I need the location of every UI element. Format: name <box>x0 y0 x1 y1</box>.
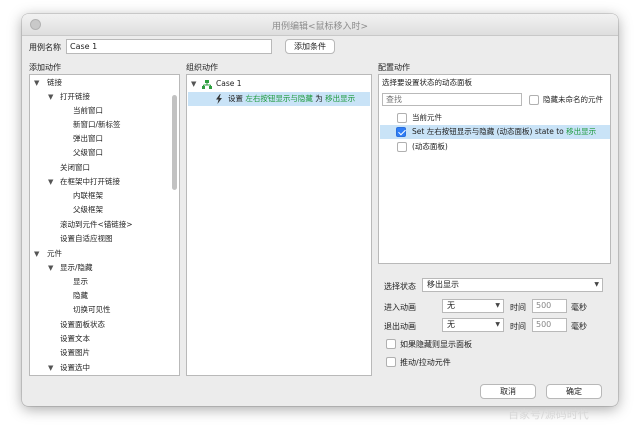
action-prefix: 设置 <box>228 94 243 103</box>
time-label: 时间 <box>510 303 526 312</box>
action-state: 移出显示 <box>325 94 356 103</box>
case-editor-dialog: 用例编辑<鼠标移入时> 用例名称 Case 1 添加条件 添加动作 组织动作 配… <box>22 14 618 406</box>
ok-button[interactable]: 确定 <box>546 384 602 399</box>
select-state-dropdown[interactable]: 移出显示 ▼ <box>422 278 603 292</box>
tree-item-hide[interactable]: 隐藏 <box>73 290 88 302</box>
tree-item-current-window[interactable]: 当前窗口 <box>73 105 103 117</box>
select-state-value: 移出显示 <box>427 280 459 289</box>
select-panel-subheader: 选择要设置状态的动态面板 <box>382 78 472 87</box>
tree-item-set-panel-state[interactable]: 设置面板状态 <box>60 319 105 331</box>
add-actions-panel: ▼ 链接 ▼ 打开链接 当前窗口 新窗口/新标签 弹出窗口 父级窗口 关闭窗口 … <box>29 74 180 376</box>
push-pull-checkbox[interactable] <box>386 357 396 367</box>
item-checkbox[interactable] <box>397 142 407 152</box>
case-name-input[interactable]: Case 1 <box>66 39 272 54</box>
tree-item-inline-frame[interactable]: 内联框架 <box>73 190 103 202</box>
exit-time-input[interactable]: 500 <box>532 318 567 332</box>
organize-actions-header: 组织动作 <box>186 63 218 72</box>
enter-time-input[interactable]: 500 <box>532 299 567 313</box>
case-name-label: 用例名称 <box>29 43 61 52</box>
add-actions-header: 添加动作 <box>29 63 61 72</box>
tree-item-parent-window[interactable]: 父级窗口 <box>73 147 103 159</box>
tree-arrow-icon[interactable]: ▼ <box>48 262 53 274</box>
tree-item-toggle-visibility[interactable]: 切换可见性 <box>73 304 111 316</box>
tree-item-open-link[interactable]: 打开链接 <box>60 91 90 103</box>
action-text: 设置 左右按钮显示与隐藏 为 移出显示 <box>228 93 355 105</box>
push-pull-label: 推动/拉动元件 <box>400 358 451 367</box>
set-prefix: Set <box>412 127 425 136</box>
tree-item-show[interactable]: 显示 <box>73 276 88 288</box>
tree-item-show-hide[interactable]: 显示/隐藏 <box>60 262 93 274</box>
selected-panel-text: Set 左右按钮显示与隐藏 (动态面板) state to 移出显示 <box>412 126 596 138</box>
time-label: 时间 <box>510 322 526 331</box>
configure-panel: 选择要设置状态的动态面板 隐藏未命名的元件 当前元件 Set 左右按钮显示与隐藏… <box>378 74 611 264</box>
tree-item-widgets[interactable]: 元件 <box>47 248 62 260</box>
tree-item-scroll-to-widget[interactable]: 滚动到元件<锚链接> <box>60 219 133 231</box>
tree-item-close-window[interactable]: 关闭窗口 <box>60 162 90 174</box>
search-input[interactable] <box>382 93 522 106</box>
tree-arrow-icon[interactable]: ▼ <box>48 362 53 374</box>
state-connector: state to <box>534 127 564 136</box>
tree-item-link[interactable]: 链接 <box>47 77 62 89</box>
tree-arrow-icon[interactable]: ▼ <box>34 248 39 260</box>
enter-animation-value: 无 <box>447 301 455 310</box>
ms-label: 毫秒 <box>571 303 587 312</box>
item-current-widget[interactable]: 当前元件 <box>412 112 442 124</box>
organize-actions-panel: ▼ Case 1 设置 左右按钮显示与隐藏 为 移出显示 <box>186 74 372 376</box>
item-checkbox[interactable] <box>397 113 407 123</box>
window-title: 用例编辑<鼠标移入时> <box>271 22 369 32</box>
tree-arrow-icon[interactable]: ▼ <box>48 91 53 103</box>
enter-animation-dropdown[interactable]: 无 ▼ <box>442 299 504 313</box>
item-dynamic-panel[interactable]: (动态面板) <box>412 141 448 153</box>
action-row[interactable]: 设置 左右按钮显示与隐藏 为 移出显示 <box>188 92 370 106</box>
select-state-label: 选择状态 <box>384 282 416 291</box>
add-condition-button[interactable]: 添加条件 <box>285 39 335 54</box>
watermark: 百家号/源码时代 <box>508 408 589 421</box>
tree-item-set-text[interactable]: 设置文本 <box>60 333 90 345</box>
selected-panel-row[interactable]: Set 左右按钮显示与隐藏 (动态面板) state to 移出显示 <box>380 125 610 139</box>
case-icon <box>202 80 212 89</box>
tree-item-new-window[interactable]: 新窗口/新标签 <box>73 119 121 131</box>
lightning-icon <box>216 94 222 104</box>
panel-name: 左右按钮显示与隐藏 (动态面板) <box>426 127 533 136</box>
hide-unnamed-checkbox[interactable] <box>529 95 539 105</box>
configure-action-header: 配置动作 <box>378 63 410 72</box>
chevron-down-icon: ▼ <box>495 321 500 328</box>
cancel-button[interactable]: 取消 <box>480 384 536 399</box>
hide-unnamed-label: 隐藏未命名的元件 <box>543 95 603 104</box>
title-bar: 用例编辑<鼠标移入时> <box>22 14 618 36</box>
tree-arrow-icon[interactable]: ▼ <box>191 78 196 90</box>
chevron-down-icon: ▼ <box>495 302 500 309</box>
tree-item-open-in-frame[interactable]: 在框架中打开链接 <box>60 176 120 188</box>
tree-item-popup-window[interactable]: 弹出窗口 <box>73 133 103 145</box>
tree-item-set-adaptive-view[interactable]: 设置自适应视图 <box>60 233 113 245</box>
exit-animation-label: 退出动画 <box>384 322 416 331</box>
show-if-hidden-label: 如果隐藏则显示面板 <box>400 340 472 349</box>
tree-arrow-icon[interactable]: ▼ <box>34 77 39 89</box>
tree-item-parent-frame[interactable]: 父级框架 <box>73 204 103 216</box>
tree-arrow-icon[interactable]: ▼ <box>48 176 53 188</box>
action-target: 左右按钮显示与隐藏 <box>245 94 313 103</box>
case-label[interactable]: Case 1 <box>216 78 242 90</box>
scrollbar[interactable] <box>172 95 177 190</box>
chevron-down-icon: ▼ <box>594 281 599 288</box>
item-checkbox-checked[interactable] <box>396 127 406 137</box>
show-if-hidden-checkbox[interactable] <box>386 339 396 349</box>
exit-animation-value: 无 <box>447 320 455 329</box>
ms-label: 毫秒 <box>571 322 587 331</box>
exit-animation-dropdown[interactable]: 无 ▼ <box>442 318 504 332</box>
tree-item-set-selected[interactable]: 设置选中 <box>60 362 90 374</box>
tree-item-set-image[interactable]: 设置图片 <box>60 347 90 359</box>
action-connector: 为 <box>315 94 323 103</box>
panel-state: 移出显示 <box>566 127 597 136</box>
enter-animation-label: 进入动画 <box>384 303 416 312</box>
